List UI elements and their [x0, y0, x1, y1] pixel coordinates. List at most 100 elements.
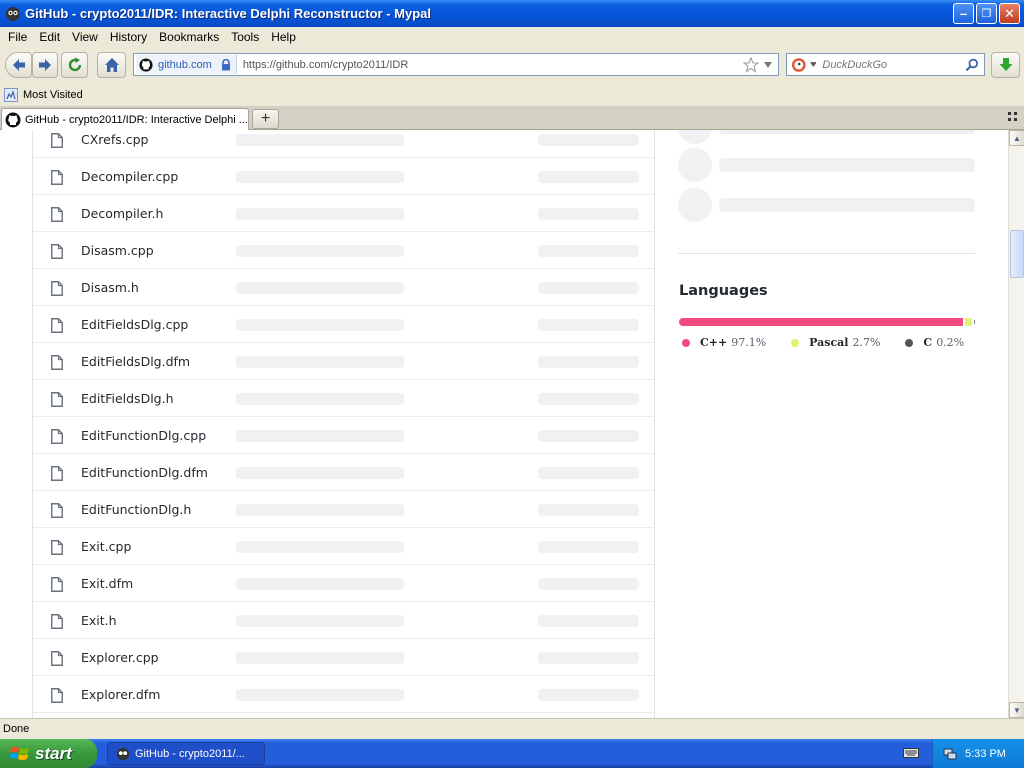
file-name-link[interactable]: Exit.cpp — [81, 539, 131, 554]
language-name: Pascal — [809, 336, 849, 349]
file-icon — [51, 133, 63, 151]
dropdown-arrow-icon[interactable] — [763, 61, 773, 69]
vertical-scrollbar[interactable]: ▲ ▼ — [1008, 130, 1024, 718]
file-row[interactable]: EditFieldsDlg.cpp — [33, 305, 654, 342]
file-name-link[interactable]: EditFunctionDlg.cpp — [81, 428, 206, 443]
file-row[interactable]: Disasm.cpp — [33, 231, 654, 268]
language-item[interactable]: Pascal 2.7% — [788, 336, 880, 349]
scroll-up-button[interactable]: ▲ — [1009, 130, 1024, 146]
commit-date-placeholder — [538, 430, 639, 442]
file-row[interactable]: EditFieldsDlg.dfm — [33, 342, 654, 379]
reload-button[interactable] — [61, 52, 88, 78]
file-row[interactable]: Explorer.dfm — [33, 675, 654, 712]
language-bar-segment[interactable] — [964, 318, 973, 326]
language-item[interactable]: C 0.2% — [902, 336, 964, 349]
duckduckgo-icon[interactable] — [791, 57, 807, 73]
url-text[interactable]: https://github.com/crypto2011/IDR — [243, 59, 743, 71]
language-bar-segment[interactable] — [679, 318, 963, 326]
file-row[interactable]: EditFunctionDlg.cpp — [33, 416, 654, 453]
file-name-link[interactable]: EditFieldsDlg.h — [81, 391, 174, 406]
scroll-down-button[interactable]: ▼ — [1009, 702, 1024, 718]
commit-date-placeholder — [538, 578, 639, 590]
file-name-link[interactable]: EditFunctionDlg.dfm — [81, 465, 208, 480]
clock[interactable]: 5:33 PM — [965, 748, 1006, 760]
file-row[interactable]: EditFieldsDlg.h — [33, 379, 654, 416]
commit-date-placeholder — [538, 615, 639, 627]
file-name-link[interactable]: Explorer.cpp — [81, 650, 159, 665]
name-placeholder — [719, 158, 975, 172]
list-all-tabs-button[interactable] — [1008, 112, 1018, 125]
file-icon — [51, 577, 63, 595]
downloads-button[interactable] — [991, 52, 1020, 78]
bookmark-star-icon[interactable] — [743, 56, 759, 73]
file-row[interactable]: EditFunctionDlg.h — [33, 490, 654, 527]
site-identity-label: github.com — [158, 58, 212, 71]
file-name-link[interactable]: Decompiler.h — [81, 206, 163, 221]
window-title-bar[interactable]: GitHub - crypto2011/IDR: Interactive Del… — [0, 0, 1024, 27]
search-engine-dropdown-icon[interactable] — [809, 62, 817, 67]
file-row[interactable]: Exit.dfm — [33, 564, 654, 601]
commit-message-placeholder — [236, 134, 404, 146]
file-row[interactable]: Decompiler.cpp — [33, 157, 654, 194]
keyboard-icon[interactable] — [903, 747, 919, 762]
network-icon[interactable] — [943, 747, 957, 761]
language-percent: 97.1% — [731, 336, 767, 349]
menu-edit[interactable]: Edit — [33, 30, 66, 44]
file-name-link[interactable]: EditFunctionDlg.h — [81, 502, 191, 517]
menu-help[interactable]: Help — [265, 30, 302, 44]
minimize-icon: – — [959, 6, 968, 21]
file-row[interactable]: Disasm.h — [33, 268, 654, 305]
search-bar[interactable] — [786, 53, 985, 76]
start-button[interactable]: start — [0, 739, 97, 768]
file-row[interactable]: Exit.h — [33, 601, 654, 638]
file-name-link[interactable]: Decompiler.cpp — [81, 169, 178, 184]
download-arrow-icon — [999, 58, 1012, 71]
taskbar-item-mypal[interactable]: GitHub - crypto2011/... — [107, 742, 265, 765]
search-icon[interactable] — [965, 58, 979, 72]
menu-history[interactable]: History — [104, 30, 153, 44]
language-bar-segment[interactable] — [974, 318, 975, 326]
bookmark-most-visited[interactable]: Most Visited — [4, 88, 83, 102]
file-icon — [51, 688, 63, 706]
new-tab-button[interactable]: + — [252, 109, 279, 129]
menu-file[interactable]: File — [2, 30, 33, 44]
language-item[interactable]: C++ 97.1% — [679, 336, 766, 349]
language-percent: 2.7% — [852, 336, 881, 349]
file-row[interactable]: Exit.cpp — [33, 527, 654, 564]
file-name-link[interactable]: CXrefs.cpp — [81, 132, 148, 147]
file-name-link[interactable]: EditFieldsDlg.cpp — [81, 317, 188, 332]
lock-icon — [221, 58, 230, 70]
system-tray: 5:33 PM — [932, 739, 1024, 768]
tab-github-idr[interactable]: GitHub - crypto2011/IDR: Interactive Del… — [1, 108, 249, 131]
scroll-thumb[interactable] — [1010, 230, 1024, 278]
commit-date-placeholder — [538, 319, 639, 331]
maximize-button[interactable]: ❐ — [976, 3, 997, 24]
menu-bookmarks[interactable]: Bookmarks — [153, 30, 225, 44]
tab-grid-icon — [1008, 112, 1017, 121]
commit-message-placeholder — [236, 282, 404, 294]
back-button[interactable] — [5, 52, 32, 78]
forward-button[interactable] — [32, 52, 58, 78]
file-name-link[interactable]: EditFieldsDlg.dfm — [81, 354, 190, 369]
file-name-link[interactable]: Exit.h — [81, 613, 117, 628]
menu-tools[interactable]: Tools — [225, 30, 265, 44]
file-name-link[interactable]: Explorer.dfm — [81, 687, 160, 702]
commit-message-placeholder — [236, 430, 404, 442]
url-bar[interactable]: github.com https://github.com/crypto2011… — [133, 53, 779, 76]
file-name-link[interactable]: Exit.dfm — [81, 576, 133, 591]
home-button[interactable] — [97, 52, 126, 78]
minimize-button[interactable]: – — [953, 3, 974, 24]
site-identity-button[interactable]: github.com — [136, 55, 237, 74]
search-input[interactable] — [822, 58, 966, 71]
commit-date-placeholder — [538, 541, 639, 553]
menu-view[interactable]: View — [66, 30, 104, 44]
close-button[interactable]: ✕ — [999, 3, 1020, 24]
file-icon — [51, 244, 63, 262]
file-name-link[interactable]: Disasm.h — [81, 280, 139, 295]
navigation-toolbar: github.com https://github.com/crypto2011… — [0, 46, 1024, 84]
file-row[interactable]: Decompiler.h — [33, 194, 654, 231]
file-row[interactable]: EditFunctionDlg.dfm — [33, 453, 654, 490]
file-row[interactable]: CXrefs.cpp — [33, 130, 654, 157]
file-name-link[interactable]: Disasm.cpp — [81, 243, 154, 258]
file-row[interactable]: Explorer.cpp — [33, 638, 654, 675]
